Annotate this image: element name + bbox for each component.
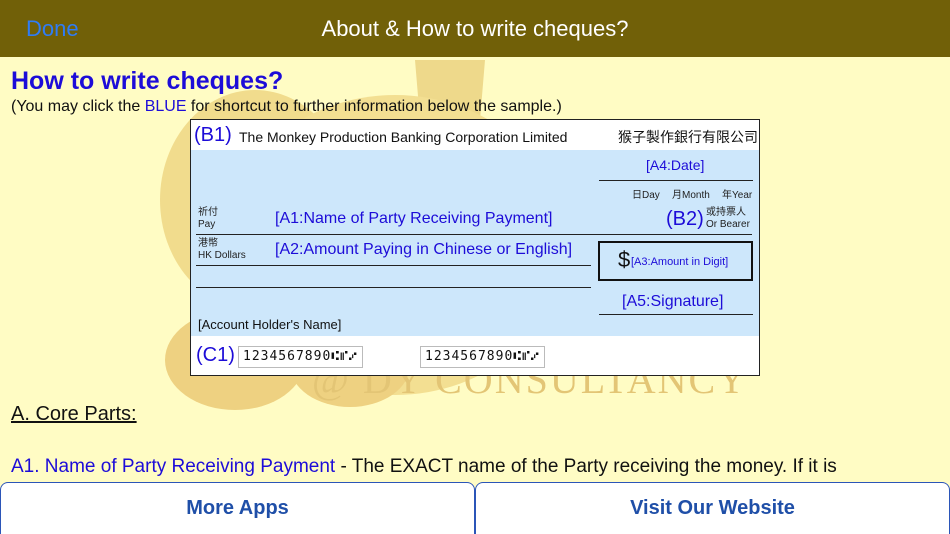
bank-code-link[interactable]: (B1) — [194, 124, 232, 147]
cheque-sample: (B1) The Monkey Production Banking Corpo… — [190, 119, 760, 376]
amount-words-line-1 — [196, 265, 591, 266]
heading-how-to-write: How to write cheques? — [11, 67, 284, 95]
bearer-label: 或持票人 Or Bearer — [706, 207, 750, 230]
currency-label: 港幣 HK Dollars — [198, 238, 246, 261]
date-line — [599, 180, 753, 181]
instruction-note: (You may click the BLUE for shortcut to … — [11, 98, 562, 116]
signature-field-link[interactable]: [A5:Signature] — [622, 293, 723, 311]
section-core-parts: A. Core Parts: — [11, 403, 137, 425]
more-apps-button[interactable]: More Apps — [0, 482, 475, 534]
bearer-code-link[interactable]: (B2) — [666, 208, 704, 231]
a1-link[interactable]: A1. Name of Party Receiving Payment — [11, 456, 335, 477]
amount-words-line-2 — [196, 287, 591, 288]
day-label: 日Day — [632, 190, 660, 201]
navigation-bar: Done About & How to write cheques? — [0, 0, 950, 57]
a1-description: - The EXACT name of the Party receiving … — [335, 456, 837, 477]
note-prefix: (You may click the — [11, 98, 145, 115]
visit-website-button[interactable]: Visit Our Website — [475, 482, 950, 534]
page-title: About & How to write cheques? — [321, 16, 629, 41]
dollar-sign: $ — [618, 247, 631, 272]
month-label: 月Month — [672, 190, 710, 201]
note-suffix: for shortcut to further information belo… — [186, 98, 562, 115]
amount-digit-box[interactable]: $ [A3:Amount in Digit] — [598, 241, 753, 281]
date-field-link[interactable]: [A4:Date] — [646, 157, 704, 173]
payee-line — [196, 234, 752, 235]
amount-words-field-link[interactable]: [A2:Amount Paying in Chinese or English] — [275, 241, 572, 259]
account-holder-name: [Account Holder's Name] — [198, 317, 342, 332]
bank-name-chinese: 猴子製作銀行有限公司 — [618, 129, 758, 145]
micr-code-1: 1234567890⑆⑈⑇ — [238, 346, 363, 368]
note-blue-word: BLUE — [144, 98, 187, 115]
micr-code-2: 1234567890⑆⑈⑇ — [420, 346, 545, 368]
signature-line — [599, 314, 753, 315]
bank-name-english: The Monkey Production Banking Corporatio… — [239, 129, 568, 145]
pay-label: 祈付 Pay — [198, 207, 218, 230]
bottom-toolbar: More Apps Visit Our Website — [0, 482, 950, 534]
amount-digit-field-link[interactable]: [A3:Amount in Digit] — [631, 256, 728, 268]
code-line-link[interactable]: (C1) — [196, 344, 235, 367]
payee-field-link[interactable]: [A1:Name of Party Receiving Payment] — [275, 210, 552, 228]
paragraph-a1: A1. Name of Party Receiving Payment - Th… — [11, 456, 837, 478]
year-label: 年Year — [722, 190, 753, 201]
